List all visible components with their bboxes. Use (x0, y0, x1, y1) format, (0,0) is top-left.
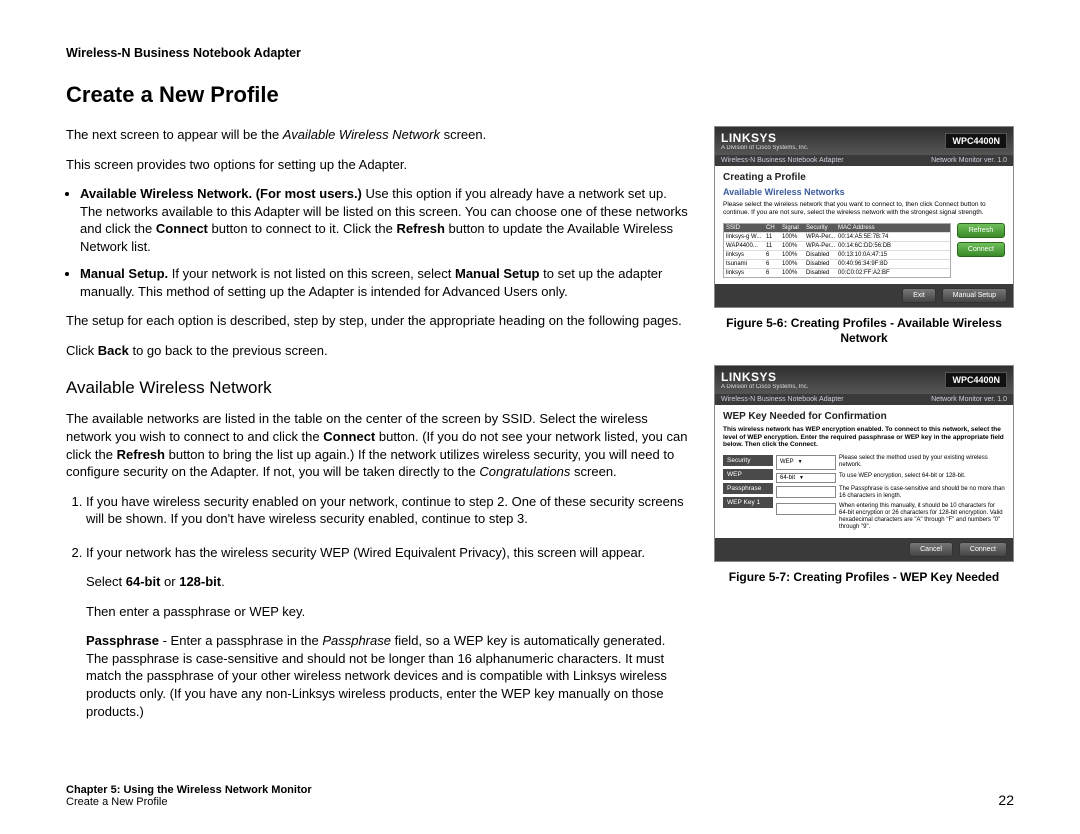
manual-setup-button[interactable]: Manual Setup (942, 288, 1007, 303)
passphrase-label: Passphrase (723, 483, 773, 494)
figure-caption: Figure 5-7: Creating Profiles - WEP Key … (714, 570, 1014, 586)
wepkey1-label: WEP Key 1 (723, 497, 773, 508)
model-badge: WPC4400N (945, 133, 1007, 149)
dialog-title: Creating a Profile (723, 172, 1005, 183)
wep-bits-select[interactable]: 64-bit (776, 473, 836, 483)
figure-5-7: LINKSYS A Division of Cisco Systems, Inc… (714, 365, 1014, 585)
cancel-button[interactable]: Cancel (909, 542, 953, 557)
table-row[interactable]: WAP4400...11100%WPA-Per...00:14:6C:DD:56… (724, 241, 950, 250)
wep-label: WEP (723, 469, 773, 480)
security-label: Security (723, 455, 773, 466)
doc-header: Wireless-N Business Notebook Adapter (66, 46, 1014, 60)
footer-chapter: Chapter 5: Using the Wireless Network Mo… (66, 784, 312, 796)
footer-section: Create a New Profile (66, 796, 312, 808)
select-bits: Select 64-bit or 128-bit. (86, 573, 690, 591)
step-1: If you have wireless security enabled on… (86, 493, 690, 528)
table-row[interactable]: tsunami6100%Disabled00:40:96:34:9F:8D (724, 259, 950, 268)
setup-line: The setup for each option is described, … (66, 312, 690, 330)
instructions: Please select the wireless network that … (723, 201, 1005, 217)
then-enter: Then enter a passphrase or WEP key. (86, 603, 690, 621)
bullet-manual: Manual Setup. If your network is not lis… (80, 265, 690, 300)
networks-table[interactable]: SSID CH Signal Security MAC Address link… (723, 223, 951, 278)
brand-logo: LINKSYS (721, 370, 777, 384)
figure-caption: Figure 5-6: Creating Profiles - Availabl… (714, 316, 1014, 347)
page-footer: Chapter 5: Using the Wireless Network Mo… (66, 784, 1014, 808)
awn-paragraph: The available networks are listed in the… (66, 410, 690, 480)
step-2: If your network has the wireless securit… (86, 544, 690, 720)
figure-5-6: LINKSYS A Division of Cisco Systems, Inc… (714, 126, 1014, 347)
wepkey1-input[interactable] (776, 503, 836, 515)
brand-logo: LINKSYS (721, 131, 777, 145)
bullet-awn: Available Wireless Network. (For most us… (80, 185, 690, 255)
exit-button[interactable]: Exit (902, 288, 936, 303)
passphrase-paragraph: Passphrase - Enter a passphrase in the P… (86, 632, 690, 720)
page-title: Create a New Profile (66, 82, 1014, 108)
section-title: Available Wireless Networks (723, 187, 1005, 197)
table-row[interactable]: linksys6100%Disabled00:C0:02:FF:A2:BF (724, 268, 950, 277)
passphrase-input[interactable] (776, 486, 836, 498)
connect-button[interactable]: Connect (957, 242, 1005, 257)
connect-button[interactable]: Connect (959, 542, 1007, 557)
table-row[interactable]: linksys6100%Disabled00:13:10:0A:47:15 (724, 250, 950, 259)
dialog-title: WEP Key Needed for Confirmation (723, 411, 1005, 422)
click-back: Click Back to go back to the previous sc… (66, 342, 690, 360)
model-badge: WPC4400N (945, 372, 1007, 388)
intro-1: The next screen to appear will be the Av… (66, 126, 690, 144)
table-row[interactable]: linksys-g W...11100%WPA-Per...00:14:A5:5… (724, 232, 950, 241)
instructions: This wireless network has WEP encryption… (723, 426, 1005, 449)
intro-2: This screen provides two options for set… (66, 156, 690, 174)
sub-heading-awn: Available Wireless Network (66, 377, 690, 400)
main-text: The next screen to appear will be the Av… (66, 126, 690, 736)
security-select[interactable]: WEP (776, 455, 836, 469)
page-number: 22 (998, 792, 1014, 808)
refresh-button[interactable]: Refresh (957, 223, 1005, 238)
